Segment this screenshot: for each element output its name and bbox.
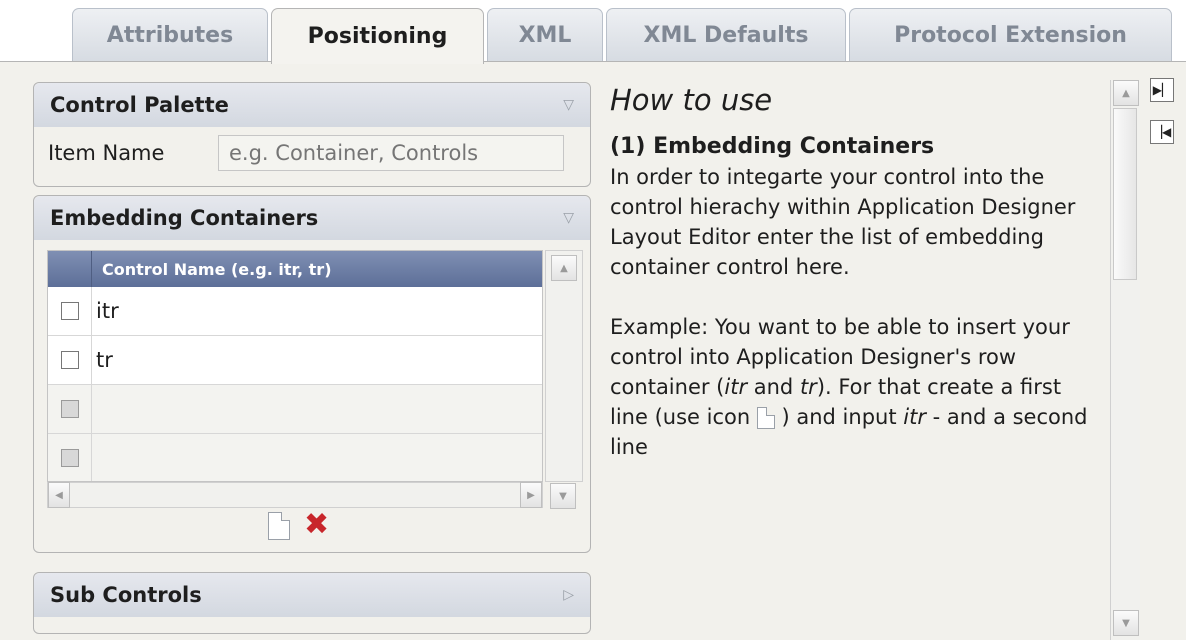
embedding-containers-header[interactable]: Embedding Containers ▽ — [34, 196, 590, 240]
tab-attributes[interactable]: Attributes — [72, 8, 268, 62]
select-all-column[interactable] — [48, 251, 92, 287]
skip-to-start-icon[interactable]: ▕◀ — [1150, 120, 1174, 144]
grid-horizontal-scrollbar[interactable]: ◀ ▶ — [47, 482, 543, 508]
tab-xml[interactable]: XML — [487, 8, 603, 62]
column-header-control-name[interactable]: Control Name (e.g. itr, tr) — [92, 251, 542, 287]
table-row[interactable]: itr — [48, 287, 542, 336]
scroll-right-icon[interactable]: ▶ — [520, 482, 542, 508]
help-section-title: (1) Embedding Containers — [610, 134, 935, 159]
tab-protocol-extension[interactable]: Protocol Extension — [849, 8, 1172, 62]
collapse-arrow-icon[interactable]: ▽ — [563, 210, 574, 226]
scroll-thumb[interactable] — [1113, 108, 1137, 280]
expand-arrow-icon[interactable]: ▷ — [563, 587, 574, 603]
table-row — [48, 434, 542, 481]
embedding-containers-title: Embedding Containers — [50, 206, 319, 230]
control-palette-header[interactable]: Control Palette ▽ — [34, 83, 590, 127]
tab-bar: Attributes Positioning XML XML Defaults … — [72, 8, 1182, 64]
embedding-containers-panel: Embedding Containers ▽ Control Name (e.g… — [33, 195, 591, 553]
row-checkbox — [60, 400, 79, 418]
scroll-up-icon[interactable]: ▲ — [1113, 80, 1139, 106]
scroll-down-icon[interactable]: ▼ — [550, 483, 576, 509]
control-palette-panel: Control Palette ▽ Item Name — [33, 82, 591, 187]
collapse-arrow-icon[interactable]: ▽ — [563, 97, 574, 113]
help-paragraph: Example: You want to be able to insert y… — [610, 315, 1088, 459]
table-row — [48, 385, 542, 434]
table-row[interactable]: tr — [48, 336, 542, 385]
row-value[interactable]: tr — [92, 336, 542, 384]
new-line-icon[interactable] — [268, 512, 290, 540]
sub-controls-panel: Sub Controls ▷ — [33, 572, 591, 634]
scroll-down-icon[interactable]: ▼ — [1113, 610, 1139, 636]
row-checkbox[interactable] — [60, 302, 79, 320]
sub-controls-title: Sub Controls — [50, 583, 202, 607]
sub-controls-header[interactable]: Sub Controls ▷ — [34, 573, 590, 617]
tab-xml-defaults[interactable]: XML Defaults — [606, 8, 846, 62]
skip-to-end-icon[interactable]: ▶▏ — [1150, 78, 1174, 102]
tab-positioning[interactable]: Positioning — [271, 8, 484, 64]
help-vertical-scrollbar[interactable]: ▲ ▼ — [1110, 80, 1140, 640]
help-text-area: How to use (1) Embedding Containers In o… — [610, 80, 1104, 640]
new-line-icon — [756, 407, 775, 429]
delete-line-icon[interactable]: ✖ — [304, 510, 329, 540]
control-palette-title: Control Palette — [50, 93, 229, 117]
help-paragraph: In order to integarte your control into … — [610, 165, 1076, 279]
row-value — [92, 385, 542, 433]
row-checkbox — [60, 449, 79, 467]
scroll-up-icon[interactable]: ▲ — [551, 255, 577, 281]
row-value[interactable]: itr — [92, 287, 542, 335]
item-name-label: Item Name — [48, 141, 165, 165]
grid-vertical-scrollbar[interactable]: ▲ — [545, 250, 583, 482]
row-checkbox[interactable] — [60, 351, 79, 369]
containers-grid: Control Name (e.g. itr, tr) itr tr ▲ ◀ ▶… — [47, 250, 590, 509]
row-value — [92, 434, 542, 481]
help-heading: How to use — [610, 83, 773, 117]
tab-content: Control Palette ▽ Item Name Embedding Co… — [0, 61, 1186, 640]
item-name-input[interactable] — [218, 135, 564, 171]
scroll-left-icon[interactable]: ◀ — [48, 482, 70, 508]
